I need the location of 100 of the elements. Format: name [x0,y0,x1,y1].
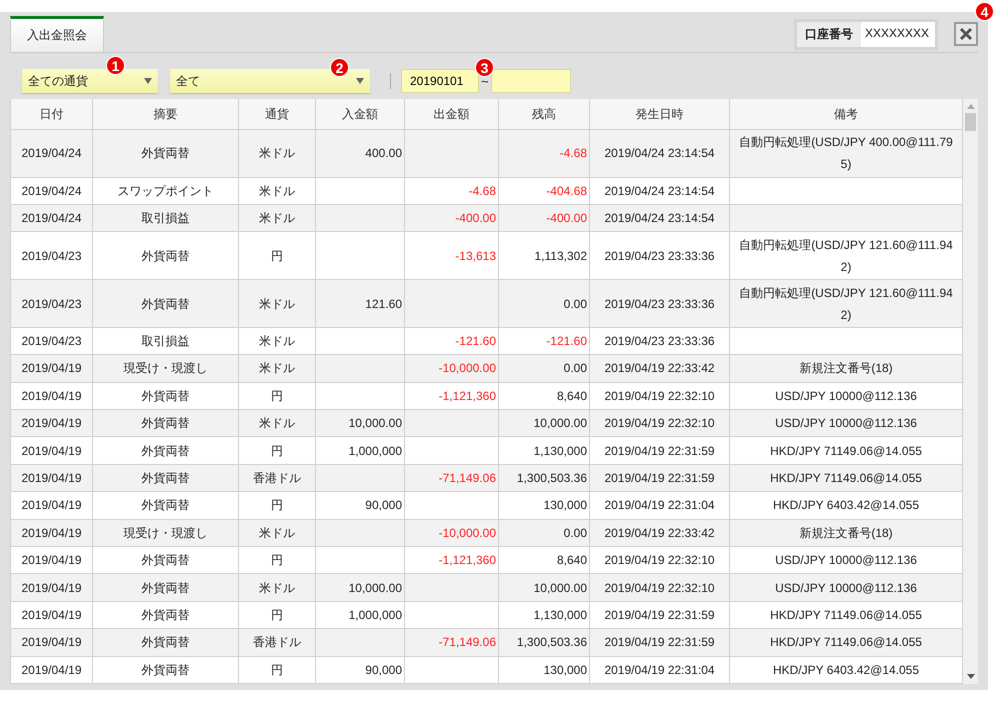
table-cell: 2019/04/19 22:31:04 [590,492,730,520]
table-cell: 円 [238,492,316,520]
table-cell: 0.00 [498,354,590,382]
table-cell: 2019/04/23 23:33:36 [590,280,730,328]
table-cell: 新規注文番号(18) [730,354,962,382]
table-cell: -400.00 [498,204,590,232]
table-cell: 自動円転処理(USD/JPY 400.00@111.795) [730,130,962,178]
table-cell: 2019/04/19 22:33:42 [590,354,730,382]
caret-icon [356,78,364,84]
column-header: 通貨 [238,99,316,130]
table-cell: 米ドル [238,280,316,328]
table-cell: 円 [238,656,316,684]
table-cell: 10,000.00 [498,410,590,437]
caret-icon [144,78,152,84]
table-cell: HKD/JPY 6403.42@14.055 [730,656,962,684]
table-cell: 米ドル [238,354,316,382]
table-cell: 130,000 [498,492,590,520]
table-cell: 400.00 [316,130,404,178]
tab[interactable]: 入出金照会 [10,16,104,52]
table-cell: 香港ドル [238,464,316,492]
table-cell: 2019/04/19 22:31:59 [590,628,730,656]
table-cell: -400.00 [404,204,498,232]
table-cell: 1,130,000 [498,436,590,464]
table-cell: 10,000.00 [498,574,590,602]
table-cell: 米ドル [238,204,316,232]
column-header: 入金額 [316,99,404,130]
column-header: 日付 [10,99,92,130]
table-cell: 2019/04/24 23:14:54 [590,130,730,178]
table-cell: 90,000 [316,656,404,684]
table-cell: HKD/JPY 6403.42@14.055 [730,492,962,520]
table-cell: 取引損益 [92,204,238,232]
scrollbar[interactable] [963,99,978,684]
table-cell: 10,000.00 [316,574,404,602]
table-cell: 2019/04/24 [10,204,92,232]
table-cell: 2019/04/19 22:31:59 [590,464,730,492]
table-cell: 2019/04/24 23:14:54 [590,204,730,232]
table-cell: 121.60 [316,280,404,328]
table-cell: HKD/JPY 71149.06@14.055 [730,464,962,492]
table-cell: 2019/04/19 22:33:42 [590,519,730,546]
callout-badge: 4 [975,2,994,21]
table-cell: 2019/04/19 22:31:04 [590,656,730,684]
table-cell: 外貨両替 [92,464,238,492]
table-cell: 130,000 [498,656,590,684]
close-icon [959,27,973,41]
table-cell: -10,000.00 [404,354,498,382]
table-cell: 米ドル [238,574,316,602]
column-header: 摘要 [92,99,238,130]
table-cell: -71,149.06 [404,464,498,492]
column-header: 出金額 [404,99,498,130]
scroll-down-icon[interactable] [966,674,974,679]
table-cell: 2019/04/19 [10,410,92,437]
table-cell: 外貨両替 [92,410,238,437]
table-cell: -4.68 [498,130,590,178]
table-cell: 外貨両替 [92,280,238,328]
table-cell: 2019/04/19 22:31:59 [590,436,730,464]
table-cell: 2019/04/19 [10,436,92,464]
table-cell: 0.00 [498,519,590,546]
table-cell: 2019/04/19 [10,574,92,602]
table-cell: USD/JPY 10000@112.136 [730,410,962,437]
table-cell: 2019/04/24 [10,130,92,178]
column-header: 備考 [730,99,962,130]
table-cell: 現受け・現渡し [92,354,238,382]
table-cell: 2019/04/19 [10,519,92,546]
table-cell: 2019/04/23 [10,280,92,328]
table-cell: 1,300,503.36 [498,628,590,656]
table-cell: 現受け・現渡し [92,519,238,546]
table-cell: 外貨両替 [92,574,238,602]
table-cell: 1,000,000 [316,436,404,464]
end-date-field[interactable] [490,69,571,93]
table-cell: 10,000.00 [316,410,404,437]
table-cell: 2019/04/19 22:32:10 [590,410,730,437]
table-cell: 香港ドル [238,628,316,656]
table-cell: 2019/04/19 [10,492,92,520]
scroll-up-icon[interactable] [966,104,974,109]
close-button[interactable] [954,22,978,46]
table-cell: 外貨両替 [92,130,238,178]
table-cell: 外貨両替 [92,656,238,684]
start-date-field[interactable]: 20190101 [401,69,479,93]
table-cell: 2019/04/19 [10,628,92,656]
table-cell: 米ドル [238,130,316,178]
table-cell: 外貨両替 [92,436,238,464]
account-label: 口座番号 [797,22,861,46]
table-cell: 2019/04/19 [10,354,92,382]
table-cell: 2019/04/19 [10,656,92,684]
table-cell: 2019/04/19 [10,464,92,492]
table-cell: 円 [238,436,316,464]
table-cell: 0.00 [498,280,590,328]
table-cell: 1,300,503.36 [498,464,590,492]
scrollbar-thumb[interactable] [965,113,976,131]
table-cell: 90,000 [316,492,404,520]
table-cell: -10,000.00 [404,519,498,546]
table-cell: HKD/JPY 71149.06@14.055 [730,628,962,656]
table-cell: 外貨両替 [92,492,238,520]
account-value: XXXXXXXX [861,22,935,46]
table-cell: 米ドル [238,410,316,437]
table-cell: 2019/04/19 22:32:10 [590,574,730,602]
table-cell: 自動円転処理(USD/JPY 121.60@111.942) [730,280,962,328]
table-cell: 米ドル [238,519,316,546]
table-cell: -71,149.06 [404,628,498,656]
table-cell: 新規注文番号(18) [730,519,962,546]
